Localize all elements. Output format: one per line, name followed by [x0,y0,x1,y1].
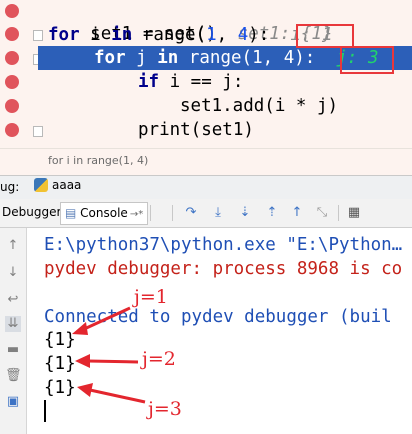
annotation-label-j2: j=2 [142,348,176,370]
arrow-j1 [81,306,131,332]
annotation-arrows [72,306,146,404]
arrowhead-icon [72,322,88,335]
arrowhead-icon [77,383,93,397]
arrow-j2 [87,359,139,364]
arrowhead-icon [75,354,90,368]
annotation-label-j3: j=3 [148,398,182,420]
annotation-label-j1: j=1 [134,286,168,308]
arrow-j3 [89,388,146,404]
